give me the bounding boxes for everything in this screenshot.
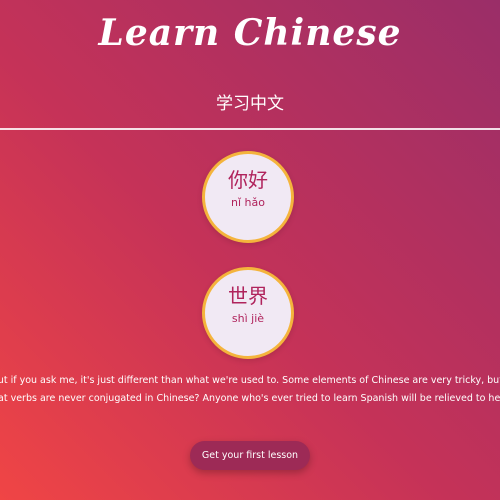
- word-card-shijie[interactable]: 世界 shì jiè: [202, 267, 294, 359]
- page-subtitle: 学习中文: [216, 94, 284, 114]
- word-card-nihao[interactable]: 你好 nǐ hǎo: [202, 151, 294, 243]
- first-lesson-button[interactable]: Get your first lesson: [190, 441, 310, 470]
- intro-line: hat verbs are never conjugated in Chines…: [0, 393, 500, 404]
- intro-paragraph: out if you ask me, it's just different t…: [0, 375, 500, 415]
- header-divider: [0, 128, 500, 130]
- word-hanzi: 世界: [228, 284, 268, 308]
- word-pinyin: nǐ hǎo: [231, 196, 265, 209]
- intro-line: out if you ask me, it's just different t…: [0, 375, 500, 386]
- page-title: Learn Chinese: [98, 12, 402, 54]
- word-pinyin: shì jiè: [231, 312, 265, 325]
- word-hanzi: 你好: [228, 168, 268, 192]
